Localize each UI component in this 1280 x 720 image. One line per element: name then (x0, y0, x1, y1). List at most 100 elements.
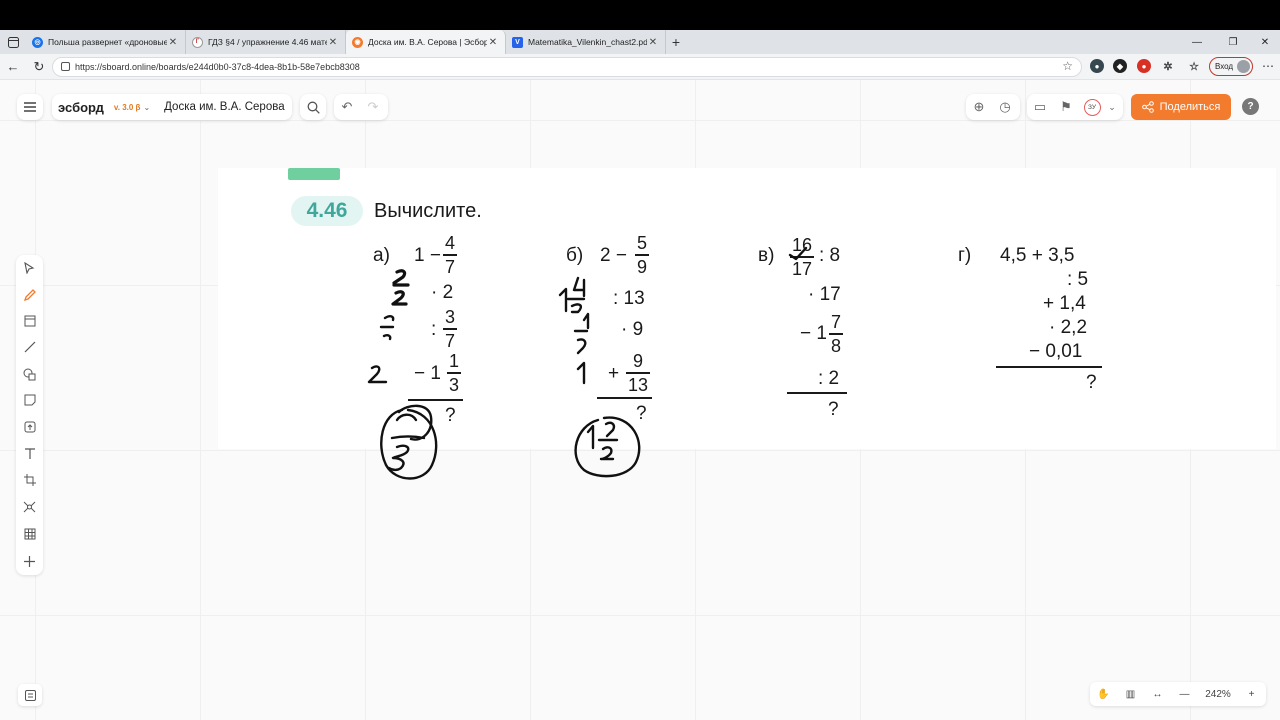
chevron-down-icon[interactable]: ⌄ (143, 103, 150, 112)
table-tool-icon[interactable] (16, 522, 43, 546)
a-fraction-1: 47 (443, 233, 458, 277)
tab-favicon-icon: ◉ (352, 36, 363, 48)
follow-icon[interactable]: ⚑ (1053, 94, 1079, 120)
mindmap-tool-icon[interactable] (16, 495, 43, 519)
tab-title: ГДЗ §4 / упражнение 4.46 матем (208, 37, 327, 47)
g-line4: · 2,2 (1049, 317, 1088, 338)
timer-icon[interactable]: ◷ (992, 94, 1018, 120)
extensions-puzzle-icon[interactable]: ✲ (1161, 59, 1175, 73)
frame-tool-icon[interactable] (16, 309, 43, 333)
close-tab-icon[interactable]: ✕ (327, 37, 339, 48)
new-tab-button[interactable]: + (666, 34, 686, 50)
browser-tab-active[interactable]: ◉ Доска им. В.А. Серова | Эсборд ✕ (346, 30, 506, 54)
user-initials: ЗУ (1083, 98, 1101, 116)
green-decoration (288, 168, 340, 180)
help-button[interactable]: ? (1242, 98, 1259, 115)
minimize-window-icon[interactable]: — (1180, 30, 1214, 54)
restore-window-icon[interactable]: ❐ (1216, 30, 1250, 54)
a-question: ? (445, 405, 456, 426)
search-button[interactable] (300, 94, 326, 120)
v-question: ? (828, 399, 839, 420)
sticky-note-tool-icon[interactable] (16, 388, 43, 412)
textbook-image[interactable]: 4.46 Вычислите. а) 1 − 47 · 2 : 37 − 1 1… (218, 168, 1276, 449)
undo-icon[interactable]: ↶ (334, 94, 360, 120)
url-text: https://sboard.online/boards/e244d0b0-37… (75, 62, 360, 72)
g-line3: + 1,4 (1043, 293, 1086, 314)
user-avatar[interactable]: ЗУ (1079, 94, 1105, 120)
a-op3: : (431, 319, 437, 340)
a-fraction-3: 37 (443, 307, 458, 351)
zoom-out-icon[interactable]: — (1171, 689, 1198, 700)
browser-tab[interactable]: Г ГДЗ §4 / упражнение 4.46 матем ✕ (186, 30, 346, 54)
close-tab-icon[interactable]: ✕ (167, 37, 179, 48)
left-toolbar (16, 255, 43, 575)
redo-icon[interactable]: ↷ (360, 94, 386, 120)
b-op4: + (608, 363, 620, 384)
text-tool-icon[interactable] (16, 442, 43, 466)
a-op2: · 2 (431, 282, 454, 303)
tab-favicon-icon: V (512, 36, 523, 48)
close-window-icon[interactable]: ✕ (1248, 30, 1280, 54)
close-tab-icon[interactable]: ✕ (487, 37, 499, 48)
map-icon[interactable]: ▥ (1117, 689, 1144, 700)
pen-tool-icon[interactable] (16, 283, 43, 307)
select-tool-icon[interactable] (16, 256, 43, 280)
b-start: 2 − (600, 245, 627, 266)
url-field[interactable]: https://sboard.online/boards/e244d0b0-37… (52, 57, 1082, 77)
tab-title: Доска им. В.А. Серова | Эсборд (368, 37, 487, 47)
top-right-panel-1: ⊕ ◷ (966, 94, 1020, 120)
favorites-icon[interactable]: ☆ (1187, 59, 1201, 73)
close-tab-icon[interactable]: ✕ (647, 37, 659, 48)
b-fraction-4: 9 13 (626, 351, 651, 395)
extension-icon[interactable]: ◆ (1113, 59, 1127, 73)
version-badge[interactable]: v. 3.0 β (114, 103, 141, 112)
tab-title: Matematika_Vilenkin_chast2.pdf (528, 37, 647, 47)
extension-icon[interactable]: ● (1090, 59, 1104, 73)
v-op4: : 2 (818, 368, 840, 389)
v-result-line (787, 392, 847, 394)
chevron-down-icon[interactable]: ⌄ (1105, 94, 1119, 120)
extension-icon[interactable]: ● (1137, 59, 1151, 73)
back-icon[interactable]: ← (0, 59, 26, 74)
b-op2: : 13 (613, 288, 645, 309)
board-title[interactable]: Доска им. В.А. Серова (164, 101, 284, 113)
shapes-tool-icon[interactable] (16, 362, 43, 386)
b-op3: · 9 (621, 319, 644, 340)
share-button[interactable]: Поделиться (1131, 94, 1231, 120)
more-tools-icon[interactable] (16, 549, 43, 573)
fit-width-icon[interactable]: ↔ (1144, 689, 1171, 700)
a-fraction-4: 13 (447, 351, 462, 395)
tab-favicon-icon: ◎ (32, 36, 43, 48)
browser-tab[interactable]: ◎ Польша развернет «дроновые ✕ (26, 30, 186, 54)
reload-icon[interactable]: ↻ (26, 59, 52, 75)
upload-tool-icon[interactable] (16, 415, 43, 439)
crop-tool-icon[interactable] (16, 468, 43, 492)
bookmark-star-icon[interactable]: ☆ (1062, 59, 1073, 73)
notes-button[interactable] (18, 684, 42, 706)
add-frame-icon[interactable]: ⊕ (966, 94, 992, 120)
hamburger-icon (24, 102, 36, 112)
main-menu-button[interactable] (17, 94, 43, 120)
comments-icon[interactable]: ▭ (1027, 94, 1053, 120)
tab-favicon-icon: Г (192, 36, 203, 48)
profile-avatar (1237, 60, 1250, 73)
v-op2: · 17 (808, 284, 841, 305)
zoom-level[interactable]: 242% (1198, 689, 1238, 700)
a-start: 1 − (414, 245, 441, 266)
tab-title: Польша развернет «дроновые (48, 37, 167, 47)
zoom-in-icon[interactable]: + (1238, 689, 1265, 700)
b-question: ? (636, 403, 647, 424)
tab-actions-icon[interactable] (0, 30, 26, 54)
browser-tab[interactable]: V Matematika_Vilenkin_chast2.pdf ✕ (506, 30, 666, 54)
v-fraction-3: 78 (829, 312, 844, 356)
line-tool-icon[interactable] (16, 335, 43, 359)
undo-redo-panel: ↶ ↷ (334, 94, 388, 120)
site-info-icon[interactable] (61, 62, 70, 71)
app-logo[interactable]: эсборд (58, 100, 104, 115)
browser-menu-icon[interactable]: ⋯ (1262, 59, 1274, 73)
top-black-bar (0, 0, 1280, 30)
hand-tool-icon[interactable]: ✋ (1090, 689, 1117, 700)
g-question: ? (1086, 372, 1097, 393)
g-line2: : 5 (1067, 269, 1089, 290)
login-button[interactable]: Вход (1209, 57, 1253, 76)
